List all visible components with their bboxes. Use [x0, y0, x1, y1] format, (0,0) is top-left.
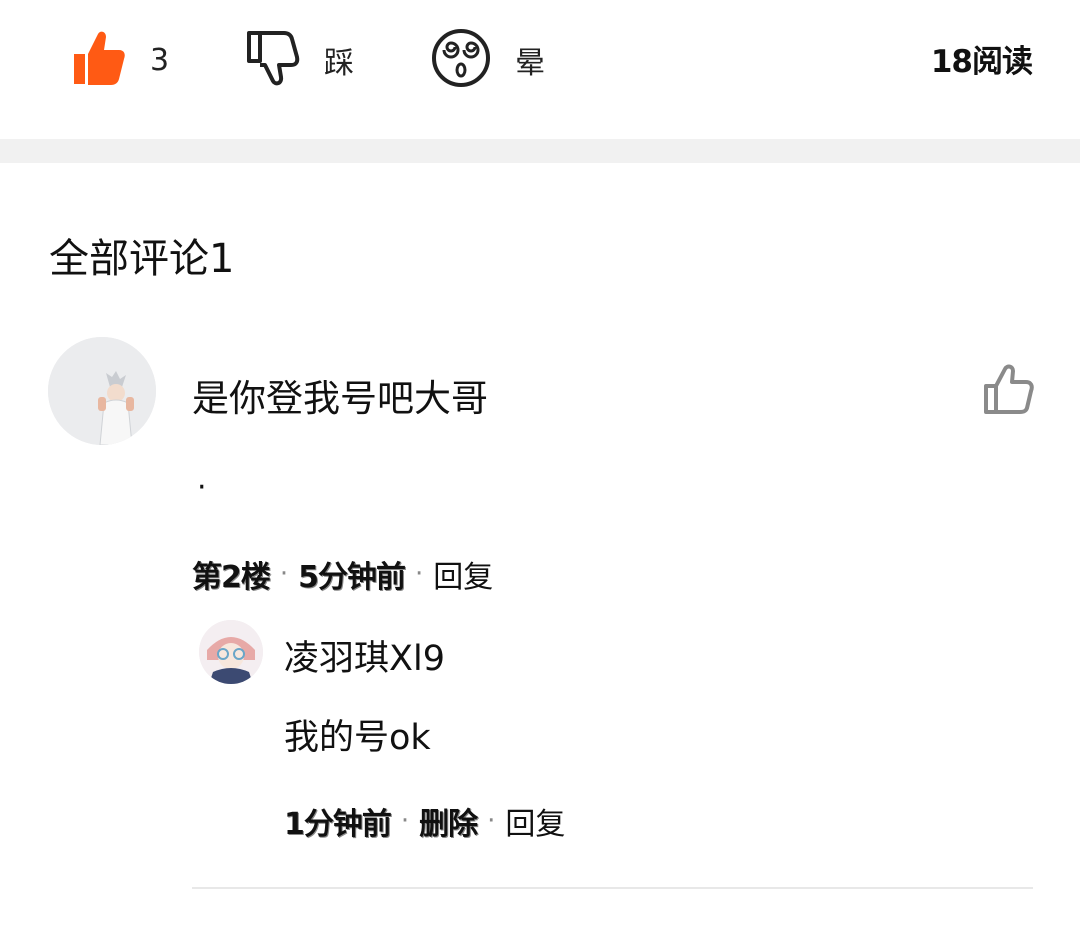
bottom-divider [192, 887, 1033, 889]
meta-separator: · [415, 559, 424, 589]
comment-extra: · [197, 470, 207, 505]
comment-like-button[interactable] [983, 364, 1035, 416]
reply-meta: 1分钟前 · 删除 · 回复 [284, 799, 565, 843]
thumbs-up-outline-icon [983, 364, 1035, 420]
delete-button[interactable]: 删除 [419, 799, 478, 843]
comment-meta: 第2楼 · 5分钟前 · 回复 [192, 552, 493, 596]
reply-reply-button[interactable]: 回复 [505, 799, 565, 843]
comment-text: 是你登我号吧大哥 [192, 377, 488, 420]
meta-separator: · [487, 806, 496, 836]
meta-separator: · [279, 559, 289, 589]
reply-time: 1分钟前 [284, 807, 392, 842]
floor-number: 第2楼 [192, 560, 271, 595]
section-divider [0, 139, 1080, 163]
reaction-bar: 3 踩 晕 18阅读 [0, 0, 1080, 138]
like-count: 3 [150, 42, 170, 78]
thumbs-down-icon [246, 30, 300, 90]
avatar[interactable] [48, 337, 156, 445]
comment-time: 5分钟前 [298, 560, 406, 595]
dizzy-reaction-button[interactable]: 晕 [431, 28, 545, 92]
like-reaction-button[interactable]: 3 [72, 30, 169, 90]
dislike-label: 踩 [324, 46, 354, 81]
thumbs-up-filled-icon [72, 30, 126, 90]
reply-username[interactable]: 凌羽琪Xl9 [284, 630, 445, 681]
dizzy-label: 晕 [515, 46, 545, 81]
dislike-reaction-button[interactable]: 踩 [246, 30, 354, 90]
read-count: 18阅读 [930, 44, 1033, 80]
reply-text: 我的号ok [284, 718, 431, 758]
reply-avatar[interactable] [199, 620, 263, 684]
reply-button[interactable]: 回复 [433, 552, 493, 596]
dizzy-face-icon [431, 28, 491, 92]
comments-heading: 全部评论1 [49, 236, 235, 282]
meta-separator: · [400, 806, 410, 836]
